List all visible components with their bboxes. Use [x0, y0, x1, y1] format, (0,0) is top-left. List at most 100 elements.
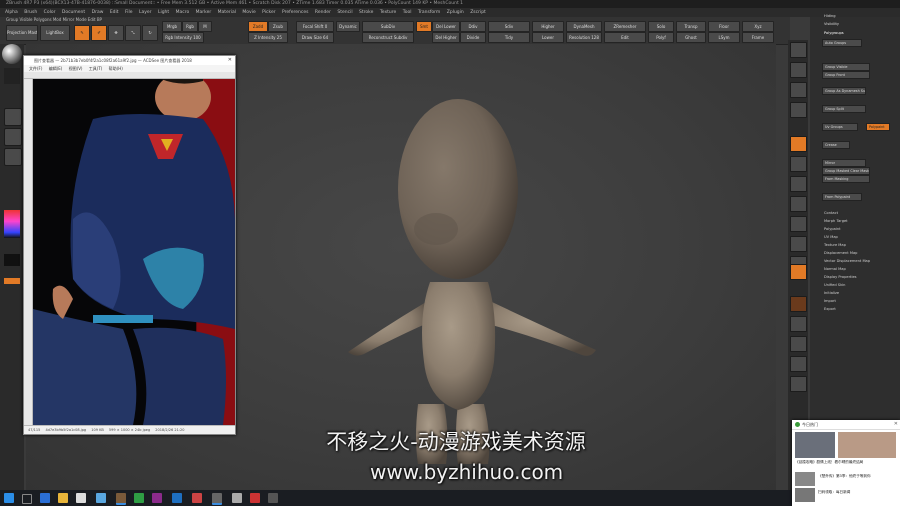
lightbox-button[interactable]: LightBox — [40, 25, 70, 41]
actual-icon[interactable] — [790, 136, 807, 152]
edit-button[interactable]: ✎ — [74, 25, 90, 41]
app-icon-6[interactable] — [268, 493, 278, 503]
vector-displacement-map-menu[interactable]: Vector Displacement Map — [824, 259, 870, 263]
uv-groups-button[interactable]: Uv Groups — [822, 123, 858, 131]
ddiv-button[interactable]: Ddiv — [460, 21, 486, 32]
zremesher-button[interactable]: ZRemesher — [604, 21, 646, 32]
z-intensity-slider[interactable]: Z Intensity 25 — [248, 32, 288, 43]
zsub-button[interactable]: Zsub — [268, 21, 288, 32]
app-icon-2[interactable] — [172, 493, 182, 503]
displacement-map-menu[interactable]: Displacement Map — [824, 251, 857, 255]
divide-button[interactable]: Divide — [460, 32, 486, 43]
group-front-button[interactable]: Group Front — [822, 71, 870, 79]
frame-icon[interactable] — [790, 264, 807, 280]
polyf-icon[interactable] — [790, 356, 807, 372]
menu-layer[interactable]: Layer — [139, 8, 152, 17]
import-menu[interactable]: Import — [824, 299, 836, 303]
rgb-intensity-slider[interactable]: Rgb Intensity 100 — [162, 32, 204, 43]
task-view-icon[interactable] — [22, 494, 32, 504]
scale-button[interactable]: ⤡ — [125, 25, 141, 41]
alpha-icon[interactable] — [4, 108, 22, 126]
floor-icon[interactable] — [790, 196, 807, 212]
stroke-dots-icon[interactable] — [4, 68, 20, 84]
menu-tool[interactable]: Tool — [403, 8, 412, 17]
from-polypaint-button[interactable]: From Polypaint — [822, 193, 862, 201]
local-icon[interactable] — [790, 216, 807, 232]
app-icon-5[interactable] — [250, 493, 260, 503]
bpr-icon[interactable] — [790, 42, 807, 58]
unified-skin-menu[interactable]: Unified Skin — [824, 283, 845, 287]
initialize-menu[interactable]: Initialize — [824, 291, 839, 295]
mirror-button[interactable]: Mirror — [822, 159, 866, 167]
menu-zplugin[interactable]: Zplugin — [447, 8, 464, 17]
news-close-icon[interactable]: ✕ — [894, 421, 898, 427]
polypaint-toggle[interactable]: Polypaint — [866, 123, 890, 131]
menu-texture[interactable]: Texture — [380, 8, 396, 17]
news-thumb-1[interactable] — [795, 432, 835, 458]
menu-stencil[interactable]: Stencil — [337, 8, 352, 17]
focal-shift-slider[interactable]: Focal Shift 0 — [296, 21, 334, 32]
transp-button[interactable]: Transp — [676, 21, 706, 32]
smt-button[interactable]: Smt — [416, 21, 432, 32]
projection-master-button[interactable]: Projection Master — [6, 25, 38, 41]
menu-brush[interactable]: Brush — [24, 8, 37, 17]
menu-macro[interactable]: Macro — [176, 8, 190, 17]
resolution-slider[interactable]: Resolution 128 — [566, 32, 602, 43]
file-explorer-icon[interactable] — [58, 493, 68, 503]
del-lower-button[interactable]: Del Lower — [432, 21, 460, 32]
ghost-button[interactable]: Ghost — [676, 32, 706, 43]
viewer-menu-file[interactable]: 文件(F) — [29, 66, 42, 71]
app-icon-4[interactable] — [232, 493, 242, 503]
rotate-button[interactable]: ↻ — [142, 25, 158, 41]
group-masked-button[interactable]: Group Masked Clear Mask — [822, 167, 870, 175]
m-button[interactable]: M — [198, 21, 212, 32]
viewer-menu-help[interactable]: 帮助(H) — [109, 66, 123, 71]
move-button[interactable]: ✥ — [108, 25, 124, 41]
dynamesh-button[interactable]: DynaMesh — [566, 21, 602, 32]
news-item-3[interactable]: 扫码领取：每日新闻 — [818, 490, 896, 495]
subdiv-slider[interactable]: SubDiv — [362, 21, 414, 32]
group-visible-button[interactable]: Group Visible — [822, 63, 870, 71]
menu-color[interactable]: Color — [44, 8, 56, 17]
mrgb-button[interactable]: Mrgb — [162, 21, 182, 32]
news-item-1[interactable]: 《延禧攻略》剧情上线！看尔晴的最终结局 — [795, 460, 897, 465]
news-item-2[interactable]: 《楚乔传》第3季：他终于等到你 — [818, 474, 896, 479]
viewer-menu-tools[interactable]: 工具(T) — [89, 66, 103, 71]
image-viewer-window[interactable]: 图片查看器 — 2b71b3b7eb0f4f2a1c08f2a61a9f2.jp… — [23, 55, 236, 435]
lsym-button[interactable]: LSym — [708, 32, 740, 43]
auto-groups-button[interactable]: Auto Groups — [822, 39, 862, 47]
scale-icon[interactable] — [790, 316, 807, 332]
rotate-icon[interactable] — [790, 336, 807, 352]
morph-target-menu[interactable]: Morph Target — [824, 219, 848, 223]
group-dynamesh-sub-button[interactable]: Group As Dynamesh Sub — [822, 87, 866, 95]
xyz-button[interactable]: Xyz — [742, 21, 774, 32]
polyf-button[interactable]: Polyf — [648, 32, 674, 43]
menu-draw[interactable]: Draw — [92, 8, 104, 17]
lower-button[interactable]: Lower — [532, 32, 564, 43]
menu-file[interactable]: File — [125, 8, 133, 17]
edge-browser-icon[interactable] — [40, 493, 50, 503]
spix-icon[interactable] — [790, 62, 807, 78]
texture-icon[interactable] — [4, 128, 22, 146]
switch-color-button[interactable] — [4, 278, 20, 284]
draw-button[interactable]: ✐ — [91, 25, 107, 41]
move-icon[interactable] — [790, 296, 807, 312]
dynamic-button[interactable]: Dynamic — [336, 21, 360, 32]
export-menu[interactable]: Export — [824, 307, 836, 311]
color-picker-icon[interactable] — [4, 210, 20, 238]
news-thumb-3[interactable] — [795, 472, 815, 486]
display-properties-menu[interactable]: Display Properties — [824, 275, 857, 279]
viewer-menu-view[interactable]: 视图(V) — [69, 66, 83, 71]
image-viewer-task-icon[interactable] — [116, 493, 126, 505]
polypaint-menu[interactable]: Polypaint — [824, 227, 841, 231]
menu-edit[interactable]: Edit — [110, 8, 119, 17]
store-icon[interactable] — [76, 493, 86, 503]
normal-map-menu[interactable]: Normal Map — [824, 267, 846, 271]
floor-button[interactable]: Floor — [708, 21, 740, 32]
menu-alpha[interactable]: Alpha — [5, 8, 18, 17]
solo-button[interactable]: Solo — [648, 21, 674, 32]
viewer-close-icon[interactable]: ✕ — [228, 57, 232, 63]
frame-button[interactable]: Frame — [742, 32, 774, 43]
reconstruct-subdiv-button[interactable]: Reconstruct Subdiv — [362, 32, 414, 43]
menu-stroke[interactable]: Stroke — [359, 8, 373, 17]
